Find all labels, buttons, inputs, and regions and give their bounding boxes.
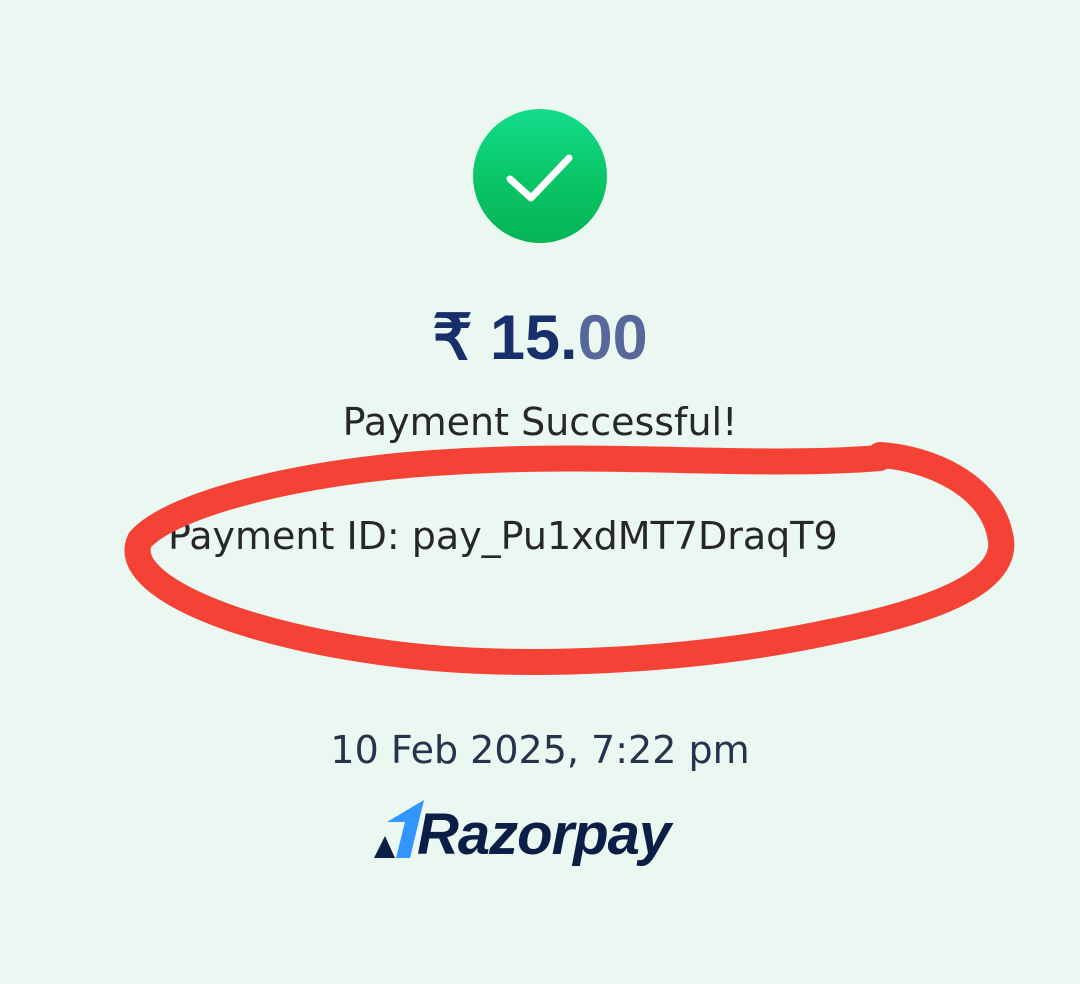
payment-status-text: Payment Successful! (342, 400, 738, 444)
payment-datetime: 10 Feb 2025, 7:22 pm (330, 728, 750, 772)
razorpay-brand: Razorpay (372, 800, 712, 876)
amount-decimals: 00 (577, 303, 648, 373)
amount-whole: 15. (489, 303, 578, 373)
razorpay-wordmark: Razorpay (417, 802, 671, 867)
currency-symbol: ₹ (432, 303, 473, 373)
payment-amount: ₹ 15.00 (0, 300, 1080, 376)
payment-success-screen: ₹ 15.00 Payment Successful! Payment ID: … (0, 0, 1080, 984)
payment-id-text: Payment ID: pay_Pu1xdMT7DraqT9 (168, 514, 838, 558)
success-checkmark-icon (473, 109, 607, 243)
